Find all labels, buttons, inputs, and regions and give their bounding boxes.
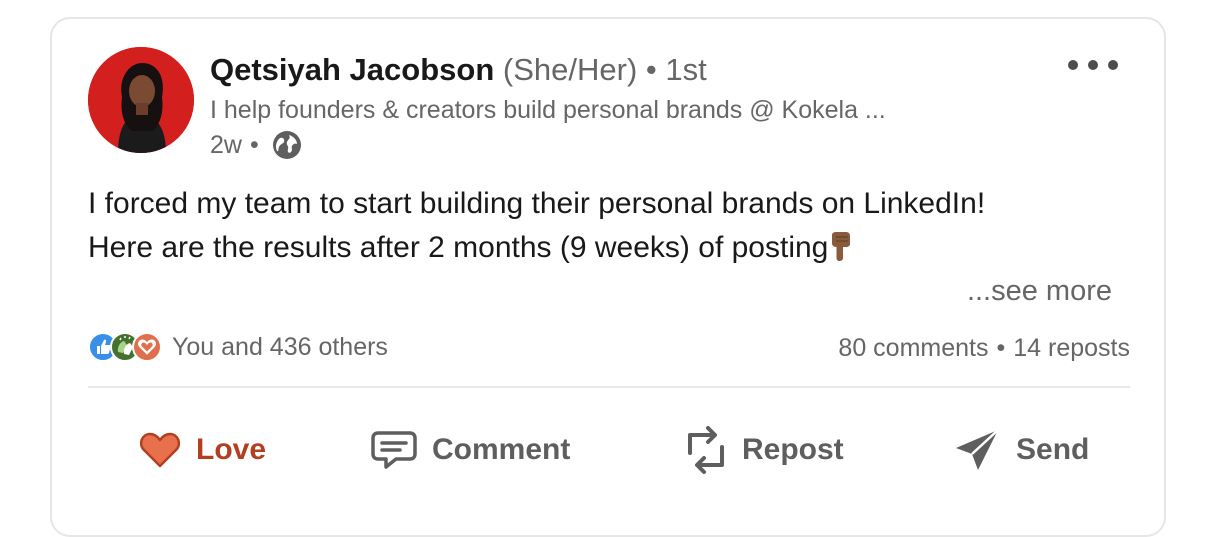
author-name[interactable]: Qetsiyah Jacobson bbox=[210, 52, 494, 87]
connection-degree: 1st bbox=[665, 52, 707, 87]
repost-label: Repost bbox=[742, 433, 844, 466]
post-age: 2w bbox=[210, 131, 242, 159]
author-pronouns: (She/Her) bbox=[502, 52, 638, 87]
love-icon bbox=[132, 332, 162, 362]
author-avatar[interactable] bbox=[88, 47, 194, 153]
send-icon bbox=[954, 426, 1002, 474]
love-label: Love bbox=[196, 433, 267, 466]
avatar-photo bbox=[88, 47, 194, 153]
repost-icon bbox=[684, 423, 728, 477]
reposts-count[interactable]: 14 reposts bbox=[1013, 334, 1130, 362]
globe-icon bbox=[271, 129, 303, 161]
post-text-line-2-text: Here are the results after 2 months (9 w… bbox=[88, 231, 829, 264]
repost-button[interactable]: Repost bbox=[684, 417, 844, 483]
see-more-link[interactable]: ...see more bbox=[967, 273, 1112, 309]
post-body: I forced my team to start building their… bbox=[88, 182, 1128, 270]
divider bbox=[88, 386, 1130, 388]
comments-count[interactable]: 80 comments bbox=[838, 334, 988, 362]
comment-label: Comment bbox=[432, 433, 571, 466]
comment-button[interactable]: Comment bbox=[370, 417, 570, 483]
action-bar: Love Comment Repost Send bbox=[88, 417, 1130, 483]
post-card: Qetsiyah Jacobson (She/Her) • 1st I help… bbox=[50, 17, 1166, 537]
separator-dot: • bbox=[996, 334, 1006, 362]
post-meta: 2w • bbox=[210, 128, 303, 162]
author-headline[interactable]: I help founders & creators build persona… bbox=[210, 94, 886, 126]
engagement-counts: 80 comments • 14 reposts bbox=[838, 334, 1130, 363]
post-text-line-1: I forced my team to start building their… bbox=[88, 187, 986, 220]
separator-dot: • bbox=[645, 52, 657, 87]
send-label: Send bbox=[1016, 433, 1090, 466]
post-text-line-2: Here are the results after 2 months (9 w… bbox=[88, 226, 1128, 270]
heart-icon bbox=[138, 430, 182, 470]
comment-icon bbox=[370, 429, 418, 471]
author-name-line: Qetsiyah Jacobson (She/Her) • 1st bbox=[210, 51, 707, 89]
reaction-icons bbox=[88, 332, 162, 362]
separator-dot: • bbox=[249, 131, 259, 159]
reactions-summary[interactable]: You and 436 others bbox=[88, 332, 388, 362]
reactions-count[interactable]: You and 436 others bbox=[172, 333, 388, 362]
pointing-down-finger-icon bbox=[828, 230, 854, 261]
more-options-icon[interactable] bbox=[1068, 53, 1118, 77]
love-button[interactable]: Love bbox=[138, 417, 266, 483]
send-button[interactable]: Send bbox=[954, 417, 1089, 483]
